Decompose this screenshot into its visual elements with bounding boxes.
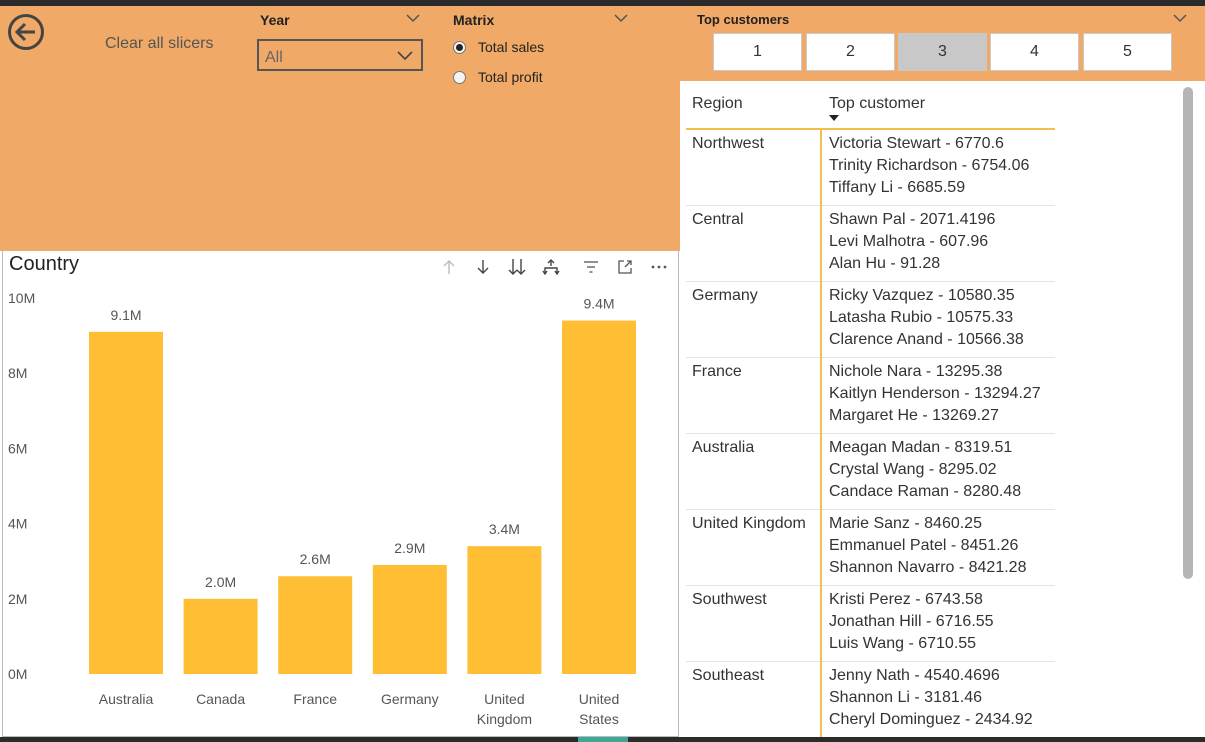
clear-all-slicers-button[interactable]: Clear all slicers <box>105 35 213 53</box>
vertical-scrollbar[interactable] <box>1183 87 1193 579</box>
matrix-slicer-title: Matrix <box>453 12 495 28</box>
customer-cell: Crystal Wang - 8295.02 <box>829 461 997 478</box>
customer-cell: Emmanuel Patel - 8451.26 <box>829 537 1019 554</box>
top-customers-button-4[interactable]: 4 <box>990 33 1079 71</box>
column-header-region[interactable]: Region <box>692 95 743 113</box>
customer-cell: Clarence Anand - 10566.38 <box>829 331 1024 348</box>
customer-cell: Margaret He - 13269.27 <box>829 407 999 424</box>
customer-cell: Luis Wang - 6710.55 <box>829 635 977 652</box>
chevron-down-icon <box>397 51 413 61</box>
table-row[interactable]: Southeast Jenny Nath - 4540.4696 Shannon L… <box>686 662 1055 738</box>
customer-cell: Marie Sanz - 8460.25 <box>829 515 982 532</box>
bar-united-states[interactable] <box>562 320 636 674</box>
customer-cell: Shawn Pal - 2071.4196 <box>829 211 996 228</box>
bar-united-kingdom[interactable] <box>467 546 542 674</box>
customer-cell: Nichole Nara - 13295.38 <box>829 363 1003 380</box>
region-cell: Central <box>692 211 744 228</box>
customer-cell: Tiffany Li - 6685.59 <box>829 179 966 196</box>
x-axis-category-label: Kingdom <box>477 711 532 727</box>
radio-label: Total profit <box>478 69 543 85</box>
y-axis-tick-label: 2M <box>8 591 27 607</box>
x-axis-category-label: Canada <box>196 691 245 707</box>
year-dropdown[interactable]: All <box>257 39 423 71</box>
chevron-down-icon[interactable] <box>614 13 628 23</box>
x-axis-category-label: United <box>579 691 619 707</box>
year-dropdown-value: All <box>265 49 283 66</box>
x-axis-category-label: United <box>484 691 524 707</box>
radio-total-profit[interactable]: Total profit <box>453 67 543 87</box>
chevron-down-icon[interactable] <box>406 13 420 23</box>
bar-data-label: 2.6M <box>300 551 331 567</box>
country-bar-chart: Country 0M 2M 4M 6M 8M 10M 9.1M Australia 2.0M Ca… <box>2 251 679 737</box>
bar-data-label: 2.9M <box>394 540 425 556</box>
radio-unselected-icon[interactable] <box>453 70 466 84</box>
table-row[interactable]: Central Shawn Pal - 2071.4196 Levi Malhotr… <box>686 206 1055 282</box>
region-cell: Australia <box>692 439 755 456</box>
table-row[interactable]: Southwest Kristi Perez - 6743.58 Jonathan … <box>686 586 1055 662</box>
bar-canada[interactable] <box>183 598 258 674</box>
top-customers-button-5[interactable]: 5 <box>1083 33 1172 71</box>
radio-total-sales[interactable]: Total sales <box>453 37 544 57</box>
radio-selected-icon[interactable] <box>453 40 466 54</box>
region-cell: Germany <box>692 287 758 304</box>
table-row[interactable]: France Nichole Nara - 13295.38 Kaitlyn Hen… <box>686 358 1055 434</box>
x-axis-category-label: States <box>579 711 619 727</box>
customer-cell: Jonathan Hill - 6716.55 <box>829 613 994 630</box>
bar-data-label: 3.4M <box>489 521 520 537</box>
region-cell: United Kingdom <box>692 515 806 532</box>
customer-cell: Latasha Rubio - 10575.33 <box>829 309 1014 326</box>
year-slicer-title: Year <box>260 12 290 28</box>
top-customers-button-3[interactable]: 3 <box>898 33 987 71</box>
customer-cell: Levi Malhotra - 607.96 <box>829 233 989 250</box>
customer-cell: Candace Raman - 8280.48 <box>829 483 1022 500</box>
active-page-tab[interactable] <box>578 737 628 742</box>
column-divider <box>820 128 822 737</box>
bar-data-label: 9.4M <box>583 296 614 312</box>
chart-plot-area: 0M 2M 4M 6M 8M 10M 9.1M Australia 2.0M Canada 2.6M… <box>8 290 636 727</box>
customer-cell: Alan Hu - 91.28 <box>829 255 941 272</box>
region-cell: France <box>692 363 742 380</box>
y-axis-tick-label: 8M <box>8 365 27 381</box>
customer-cell: Shannon Li - 3181.46 <box>829 689 983 706</box>
bar-germany[interactable] <box>372 564 447 674</box>
region-cell: Northwest <box>692 135 765 152</box>
y-axis-tick-label: 0M <box>8 666 27 682</box>
customer-cell: Cheryl Dominguez - 2434.92 <box>829 711 1033 728</box>
table-row[interactable]: Australia Meagan Madan - 8319.51 Crystal W… <box>686 434 1055 510</box>
customer-cell: Jenny Nath - 4540.4696 <box>829 667 1000 684</box>
top-customers-button-1[interactable]: 1 <box>713 33 802 71</box>
bar-data-label: 2.0M <box>205 574 236 590</box>
window-bottom-bar <box>0 737 1205 742</box>
top-customer-matrix: Region Top customer Northwest Victoria St… <box>680 81 1203 738</box>
chevron-down-icon[interactable] <box>1173 13 1187 23</box>
x-axis-category-label: France <box>293 691 337 707</box>
table-row[interactable]: Germany Ricky Vazquez - 10580.35 Latasha R… <box>686 282 1055 358</box>
customer-cell: Kristi Perez - 6743.58 <box>829 591 983 608</box>
back-arrow-icon[interactable] <box>7 13 45 51</box>
y-axis-tick-label: 10M <box>8 290 35 306</box>
customer-cell: Trinity Richardson - 6754.06 <box>829 157 1030 174</box>
table-row[interactable]: United Kingdom Marie Sanz - 8460.25 Emmanu… <box>686 510 1055 586</box>
bar-data-label: 9.1M <box>110 307 141 323</box>
bar-australia[interactable] <box>89 331 163 674</box>
sort-descending-icon[interactable] <box>829 115 839 121</box>
y-axis-tick-label: 6M <box>8 440 27 456</box>
customer-cell: Victoria Stewart - 6770.6 <box>829 135 1004 152</box>
customer-cell: Kaitlyn Henderson - 13294.27 <box>829 385 1041 402</box>
region-cell: Southwest <box>692 591 767 608</box>
table-row[interactable]: Northwest Victoria Stewart - 6770.6 Trinit… <box>686 130 1055 206</box>
customer-cell: Meagan Madan - 8319.51 <box>829 439 1013 456</box>
y-axis-tick-label: 4M <box>8 516 27 532</box>
x-axis-category-label: Australia <box>99 691 154 707</box>
column-header-top-customer[interactable]: Top customer <box>829 95 925 113</box>
customer-cell: Shannon Navarro - 8421.28 <box>829 559 1027 576</box>
x-axis-category-label: Germany <box>381 691 439 707</box>
bar-france[interactable] <box>278 576 353 674</box>
top-customers-button-2[interactable]: 2 <box>806 33 895 71</box>
customer-cell: Ricky Vazquez - 10580.35 <box>829 287 1015 304</box>
top-customers-title: Top customers <box>697 12 790 27</box>
region-cell: Southeast <box>692 667 765 684</box>
radio-label: Total sales <box>478 39 545 55</box>
slicer-panel-lower <box>0 81 680 251</box>
